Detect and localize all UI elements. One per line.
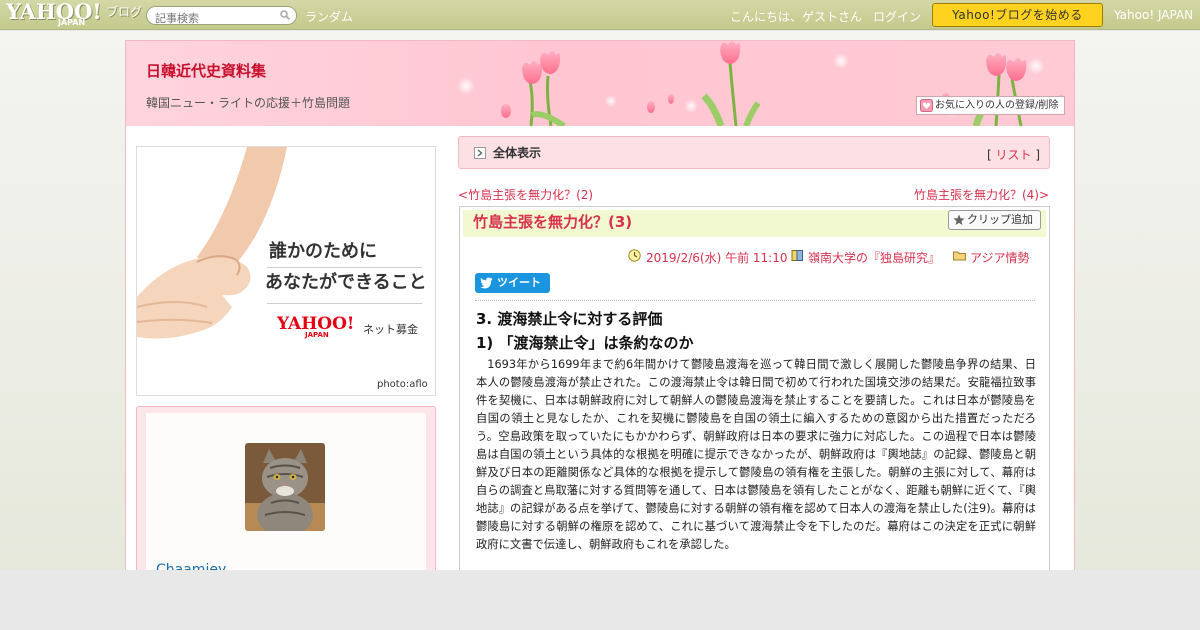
search-icon[interactable] xyxy=(280,10,290,20)
ad-service-name: ネット募金 xyxy=(363,323,418,336)
sub-heading: 1) 「渡海禁止令」は条約なのか xyxy=(476,334,694,352)
ad-line-2: あなたができること xyxy=(265,272,427,293)
ad-line-1: 誰かのために xyxy=(269,241,377,262)
ad-photo-credit: photo:aflo xyxy=(377,379,428,390)
login-link[interactable]: ログイン xyxy=(873,8,921,25)
guest-greeting: こんにちは、ゲストさん xyxy=(730,10,863,24)
article-divider xyxy=(475,300,1035,301)
twitter-bird-icon xyxy=(480,277,493,289)
search-box xyxy=(146,6,297,27)
next-arrow: > xyxy=(1038,188,1049,202)
article-date-link[interactable]: 2019/2/6(水) 午前 11:10 xyxy=(646,249,787,266)
article-body: 1693年から1699年まで約6年間かけて鬱陵島渡海を巡って韓日間で激しく展開し… xyxy=(476,358,1036,551)
article-title[interactable]: 竹島主張を無力化？(3) xyxy=(473,213,632,231)
favorite-register-button[interactable]: お気に入りの人の登録/削除 xyxy=(916,96,1065,115)
logo-blog-text: ブログ xyxy=(106,5,143,19)
list-switch: [ リスト ] xyxy=(987,146,1040,163)
page-footer-area xyxy=(0,570,1200,630)
previous-article-nav: <竹島主張を無力化？(2) xyxy=(458,186,593,203)
ad-yahoo-japan-logo: JAPAN xyxy=(305,331,329,339)
net-donation-ad-banner[interactable]: 誰かのために あなたができること YAHOO! JAPAN ネット募金 phot… xyxy=(136,146,436,396)
ad-divider xyxy=(267,303,422,304)
blog-subtitle: 韓国ニュー・ライトの応援＋竹島問題 xyxy=(146,96,351,110)
profile-panel: Chaamiey xyxy=(136,406,436,578)
article-theme-link[interactable]: 嶺南大学の『独島研究』 xyxy=(808,249,940,266)
blog-header: 日韓近代史資料集 韓国ニュー・ライトの応援＋竹島問題 お気に入りの人の登録/削除 xyxy=(126,41,1074,126)
previous-article-link[interactable]: 竹島主張を無力化？(2) xyxy=(468,188,593,202)
star-icon xyxy=(953,214,965,225)
clip-add-button[interactable]: クリップ追加 xyxy=(948,210,1041,230)
clock-icon xyxy=(628,249,641,262)
view-all-label: 全体表示 xyxy=(493,146,542,160)
ad-divider xyxy=(267,267,422,268)
folder-icon xyxy=(953,251,966,261)
random-link[interactable]: ランダム xyxy=(305,8,353,25)
blog-title[interactable]: 日韓近代史資料集 xyxy=(146,62,266,80)
next-article-link[interactable]: 竹島主張を無力化？(4) xyxy=(914,188,1039,202)
search-input[interactable] xyxy=(155,10,283,27)
view-mode-bar: 全体表示 [ リスト ] xyxy=(458,136,1050,169)
avatar[interactable] xyxy=(245,443,325,531)
tweet-button[interactable]: ツイート xyxy=(475,273,550,293)
article-category-link[interactable]: アジア情勢 xyxy=(970,249,1030,266)
section-heading: 3. 渡海禁止令に対する評価 xyxy=(476,310,663,328)
heart-icon xyxy=(920,99,933,112)
prev-arrow: < xyxy=(458,188,469,202)
start-blog-button[interactable]: Yahoo!ブログを始める xyxy=(932,3,1103,27)
list-bracket-close: ] xyxy=(1031,148,1040,162)
arrow-box-icon xyxy=(474,147,486,159)
clip-add-label: クリップ追加 xyxy=(967,213,1033,226)
top-navigation-bar: YAHOO! JAPAN ブログ ランダム こんにちは、ゲストさん ログイン Y… xyxy=(0,0,1200,30)
favorite-register-label: お気に入りの人の登録/削除 xyxy=(935,100,1059,111)
blog-container: 日韓近代史資料集 韓国ニュー・ライトの応援＋竹島問題 お気に入りの人の登録/削除… xyxy=(125,40,1075,578)
logo-japan-text: JAPAN xyxy=(58,18,86,27)
article: 竹島主張を無力化？(3) クリップ追加 2019/2/6(水) 午前 11:10… xyxy=(459,206,1050,576)
yahoo-japan-link[interactable]: Yahoo! JAPAN xyxy=(1114,8,1193,22)
profile-inner: Chaamiey xyxy=(146,413,426,578)
article-header: 竹島主張を無力化？(3) クリップ追加 xyxy=(463,210,1046,237)
list-view-link[interactable]: リスト xyxy=(995,148,1031,162)
cat-photo xyxy=(245,443,325,531)
next-article-nav: 竹島主張を無力化？(4)> xyxy=(914,186,1049,203)
book-icon xyxy=(791,250,803,261)
logo-yahoo-text: YAHOO! xyxy=(6,0,102,24)
tweet-label: ツイート xyxy=(497,276,541,289)
